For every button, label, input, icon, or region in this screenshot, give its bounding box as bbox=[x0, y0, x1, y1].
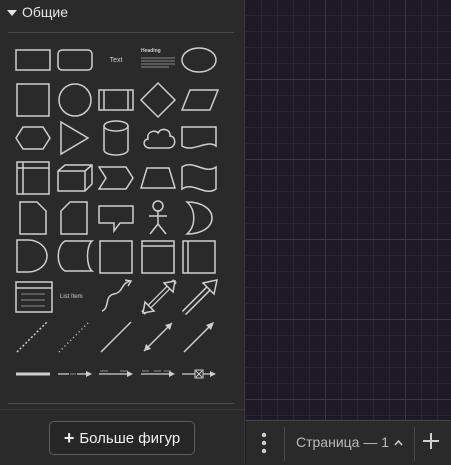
shape-bidirectional-arrow[interactable] bbox=[140, 278, 178, 316]
shape-internal-storage[interactable] bbox=[16, 161, 50, 195]
shape-cube[interactable] bbox=[57, 164, 93, 192]
shape-connector-with-symbol[interactable] bbox=[181, 368, 217, 380]
shape-directional-connector[interactable] bbox=[182, 320, 216, 354]
shape-container[interactable] bbox=[99, 240, 133, 274]
shape-hexagon[interactable] bbox=[15, 126, 51, 150]
shape-connector-with-label[interactable] bbox=[57, 368, 93, 380]
chevron-down-icon bbox=[7, 10, 17, 16]
shape-trapezoid[interactable] bbox=[139, 167, 177, 189]
page-bar: Страница — 1 bbox=[246, 420, 451, 465]
shape-actor[interactable] bbox=[146, 200, 170, 236]
shape-callout[interactable] bbox=[98, 205, 134, 234]
shape-cloud[interactable] bbox=[141, 125, 177, 151]
shape-heading-label: Heading bbox=[141, 48, 161, 54]
shape-dotted-line[interactable] bbox=[57, 320, 91, 354]
shape-process[interactable] bbox=[98, 89, 134, 111]
shape-vertical-swimlane[interactable] bbox=[182, 240, 216, 274]
shape-rounded-rectangle[interactable] bbox=[57, 49, 93, 71]
shape-cylinder[interactable] bbox=[103, 120, 129, 156]
section-header-general[interactable]: Общие bbox=[0, 0, 245, 26]
plus-icon[interactable] bbox=[422, 432, 440, 450]
shape-or[interactable] bbox=[185, 201, 214, 235]
shape-tape[interactable] bbox=[181, 162, 217, 194]
shape-list-item[interactable]: List Item bbox=[56, 288, 94, 304]
shape-line[interactable] bbox=[99, 320, 133, 354]
section-divider bbox=[8, 32, 234, 33]
chevron-up-icon bbox=[394, 439, 403, 446]
page-tab[interactable]: Страница — 1 bbox=[284, 421, 414, 465]
shape-document[interactable] bbox=[181, 126, 217, 152]
more-shapes-label: Больше фигур bbox=[79, 429, 181, 447]
page-tab-label: Страница — 1 bbox=[296, 434, 390, 450]
shape-dashed-line[interactable] bbox=[15, 320, 49, 354]
shape-link[interactable] bbox=[15, 368, 51, 380]
shapes-divider bbox=[8, 403, 234, 404]
shape-list-item-label: List Item bbox=[60, 294, 83, 300]
shape-bidirectional-connector[interactable] bbox=[141, 320, 175, 354]
shape-text[interactable]: Text bbox=[98, 52, 134, 68]
shape-heading-textbox[interactable]: Heading bbox=[139, 45, 177, 75]
kebab-menu-icon[interactable] bbox=[256, 429, 272, 457]
shape-rectangle[interactable] bbox=[15, 49, 51, 71]
shape-triangle[interactable] bbox=[60, 120, 90, 156]
shape-connector-with-2-labels[interactable] bbox=[98, 368, 134, 380]
shape-square[interactable] bbox=[16, 83, 50, 117]
page-bar-separator bbox=[414, 427, 415, 461]
shape-connector-with-3-labels[interactable] bbox=[140, 368, 176, 380]
footer-divider bbox=[0, 409, 245, 410]
shapes-sidebar: Общие Text Heading List Item + Больше фи… bbox=[0, 0, 245, 465]
plus-icon: + bbox=[63, 427, 75, 448]
shape-data-storage[interactable] bbox=[57, 240, 95, 272]
shape-circle[interactable] bbox=[58, 83, 92, 117]
shape-list[interactable] bbox=[15, 281, 53, 313]
shape-diamond[interactable] bbox=[139, 81, 177, 119]
diagram-canvas[interactable] bbox=[246, 0, 451, 420]
shape-step[interactable] bbox=[97, 166, 134, 190]
shape-text-label: Text bbox=[110, 57, 123, 64]
section-title: Общие bbox=[22, 4, 69, 20]
shape-card[interactable] bbox=[60, 201, 88, 235]
shape-curve[interactable] bbox=[100, 278, 134, 314]
shape-ellipse[interactable] bbox=[180, 46, 218, 74]
more-shapes-button[interactable]: + Больше фигур bbox=[49, 421, 195, 455]
shape-parallelogram[interactable] bbox=[180, 89, 220, 111]
shape-delay[interactable] bbox=[16, 239, 48, 273]
shape-arrow[interactable] bbox=[181, 278, 219, 316]
shape-note[interactable] bbox=[19, 201, 47, 235]
shape-swimlane[interactable] bbox=[141, 240, 175, 274]
